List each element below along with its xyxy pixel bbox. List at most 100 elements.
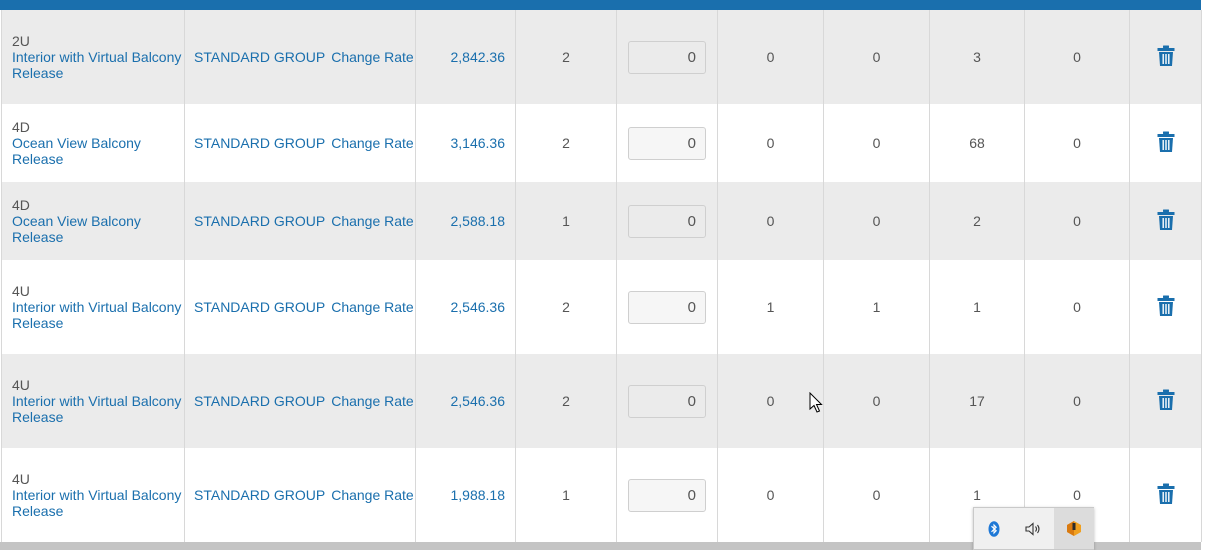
room-cell: 4U Interior with Virtual Balcony Release (1, 260, 185, 354)
quantity-cell (616, 10, 718, 104)
delete-cell (1129, 10, 1202, 104)
group-cell: STANDARD GROUP Change Rate (184, 354, 416, 448)
count-cell: 0 (823, 10, 930, 104)
room-name-link[interactable]: Interior with Virtual Balcony (12, 393, 184, 409)
quantity-cell (616, 182, 718, 260)
quantity-input[interactable] (628, 126, 706, 160)
group-name: STANDARD GROUP (194, 213, 326, 229)
count-cell: 1 (515, 182, 617, 260)
count-cell: 1 (515, 448, 617, 542)
change-rate-link[interactable]: Change Rate (331, 393, 414, 409)
room-name-link[interactable]: Interior with Virtual Balcony (12, 49, 184, 65)
change-rate-link[interactable]: Change Rate (331, 299, 414, 315)
room-status-link[interactable]: Release (12, 409, 184, 425)
quantity-cell (616, 104, 718, 182)
change-rate-link[interactable]: Change Rate (331, 135, 414, 151)
count-cell: 0 (1024, 182, 1130, 260)
rate-cell: 2,588.18 (415, 182, 516, 260)
delete-cell (1129, 182, 1202, 260)
group-name: STANDARD GROUP (194, 49, 326, 65)
room-cell: 4U Interior with Virtual Balcony Release (1, 354, 185, 448)
count-cell: 0 (823, 182, 930, 260)
count-cell: 68 (929, 104, 1025, 182)
header-bar (0, 0, 1201, 10)
change-rate-link[interactable]: Change Rate (331, 487, 414, 503)
quantity-input[interactable] (628, 384, 706, 418)
count-cell: 2 (515, 354, 617, 448)
room-code: 4D (12, 197, 30, 213)
count-cell: 0 (823, 354, 930, 448)
table-row: 4U Interior with Virtual Balcony Release ST… (1, 354, 1202, 448)
count-cell: 1 (823, 260, 930, 354)
count-cell: 0 (717, 354, 824, 448)
quantity-input[interactable] (628, 204, 706, 238)
table-row: 4U Interior with Virtual Balcony Release ST… (1, 260, 1202, 354)
rate-cell: 2,842.36 (415, 10, 516, 104)
room-name-link[interactable]: Ocean View Balcony (12, 213, 184, 229)
count-cell: 0 (1024, 10, 1130, 104)
group-name: STANDARD GROUP (194, 135, 326, 151)
group-cell: STANDARD GROUP Change Rate (184, 10, 416, 104)
app-icon[interactable] (1054, 508, 1094, 549)
room-status-link[interactable]: Release (12, 229, 184, 245)
group-name: STANDARD GROUP (194, 299, 326, 315)
change-rate-link[interactable]: Change Rate (331, 213, 414, 229)
change-rate-link[interactable]: Change Rate (331, 49, 414, 65)
room-status-link[interactable]: Release (12, 65, 184, 81)
group-cell: STANDARD GROUP Change Rate (184, 182, 416, 260)
quantity-cell (616, 260, 718, 354)
room-status-link[interactable]: Release (12, 151, 184, 167)
room-code: 4U (12, 283, 30, 299)
table-row: 4D Ocean View Balcony Release STANDARD GROU… (1, 104, 1202, 182)
rate-cell: 2,546.36 (415, 354, 516, 448)
count-cell: 0 (823, 104, 930, 182)
room-code: 4D (12, 119, 30, 135)
count-cell: 0 (1024, 104, 1130, 182)
room-status-link[interactable]: Release (12, 503, 184, 519)
speaker-icon[interactable] (1014, 508, 1054, 549)
room-code: 4U (12, 377, 30, 393)
quantity-cell (616, 448, 718, 542)
quantity-input[interactable] (628, 478, 706, 512)
room-cell: 4D Ocean View Balcony Release (1, 104, 185, 182)
count-cell: 0 (717, 10, 824, 104)
count-cell: 0 (717, 104, 824, 182)
group-name: STANDARD GROUP (194, 487, 326, 503)
trash-icon[interactable] (1157, 483, 1175, 507)
count-cell: 0 (1024, 354, 1130, 448)
bluetooth-icon[interactable] (974, 508, 1014, 549)
trash-icon[interactable] (1157, 209, 1175, 233)
trash-icon[interactable] (1157, 389, 1175, 413)
quantity-input[interactable] (628, 40, 706, 74)
group-cell: STANDARD GROUP Change Rate (184, 448, 416, 542)
trash-icon[interactable] (1157, 131, 1175, 155)
table-row: 2U Interior with Virtual Balcony Release ST… (1, 10, 1202, 104)
count-cell: 2 (929, 182, 1025, 260)
count-cell: 1 (929, 260, 1025, 354)
room-name-link[interactable]: Interior with Virtual Balcony (12, 487, 184, 503)
room-cell: 4U Interior with Virtual Balcony Release (1, 448, 185, 542)
group-cell: STANDARD GROUP Change Rate (184, 104, 416, 182)
delete-cell (1129, 448, 1202, 542)
table-row: 4D Ocean View Balcony Release STANDARD GROU… (1, 182, 1202, 260)
count-cell: 3 (929, 10, 1025, 104)
quantity-cell (616, 354, 718, 448)
delete-cell (1129, 260, 1202, 354)
rate-cell: 2,546.36 (415, 260, 516, 354)
rooms-table: 2U Interior with Virtual Balcony Release ST… (1, 10, 1202, 542)
room-code: 4U (12, 471, 30, 487)
delete-cell (1129, 104, 1202, 182)
system-tray-popup (973, 507, 1094, 550)
quantity-input[interactable] (628, 290, 706, 324)
count-cell: 17 (929, 354, 1025, 448)
group-cell: STANDARD GROUP Change Rate (184, 260, 416, 354)
delete-cell (1129, 354, 1202, 448)
trash-icon[interactable] (1157, 45, 1175, 69)
count-cell: 0 (1024, 260, 1130, 354)
count-cell: 0 (823, 448, 930, 542)
trash-icon[interactable] (1157, 295, 1175, 319)
room-name-link[interactable]: Ocean View Balcony (12, 135, 184, 151)
room-status-link[interactable]: Release (12, 315, 184, 331)
room-name-link[interactable]: Interior with Virtual Balcony (12, 299, 184, 315)
rate-cell: 3,146.36 (415, 104, 516, 182)
